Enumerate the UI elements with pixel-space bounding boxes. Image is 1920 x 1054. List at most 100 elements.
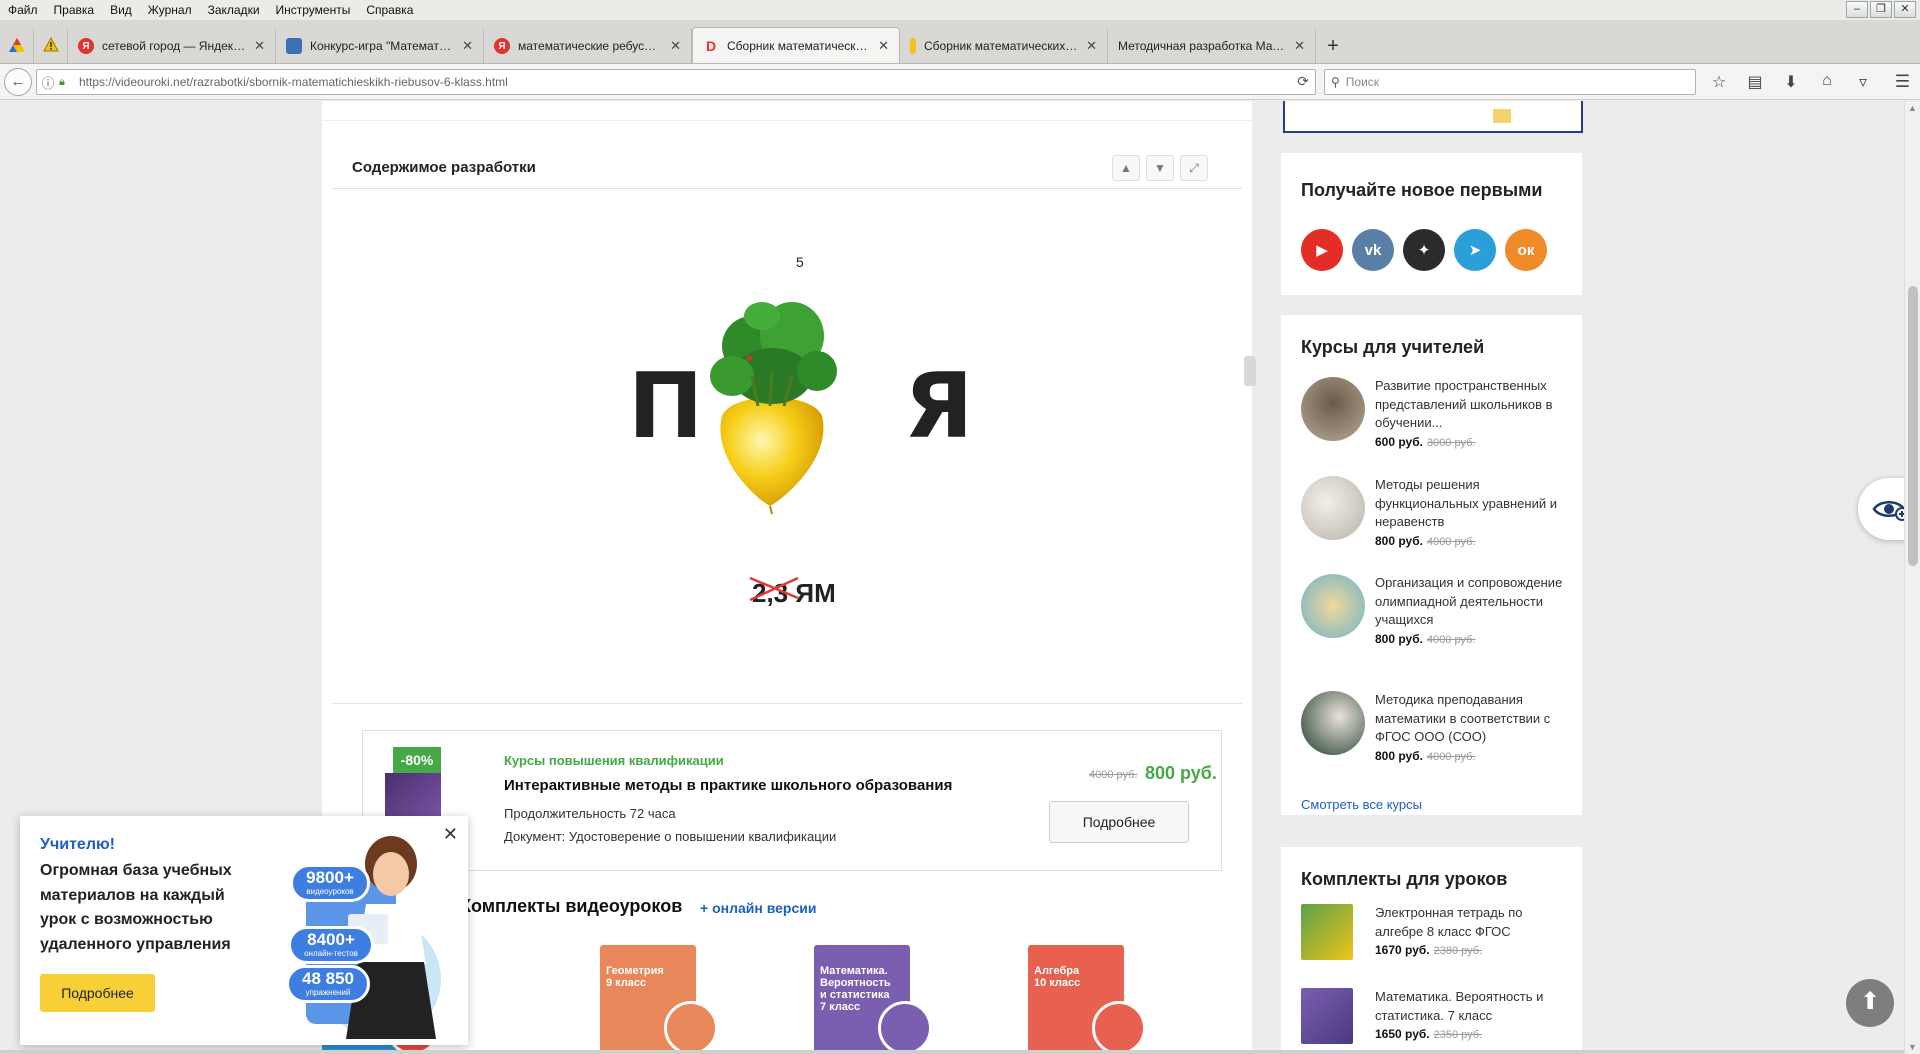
promo-title[interactable]: Интерактивные методы в практике школьног… — [504, 777, 952, 794]
promo-details-button[interactable]: Подробнее — [1049, 801, 1189, 843]
kit-disc — [1092, 1001, 1146, 1054]
new-tab-button[interactable]: + — [1316, 29, 1350, 63]
tab-5[interactable]: Сборник математических р... ✕ — [900, 29, 1108, 63]
course-item[interactable]: Развитие пространственных представлений … — [1301, 377, 1571, 449]
search-input[interactable]: ⚲ Поиск — [1324, 69, 1696, 95]
course-avatar — [1301, 377, 1365, 441]
kit-title[interactable]: Математика. Вероятность и статистика. 7 … — [1375, 988, 1570, 1025]
course-item[interactable]: Методика преподавания математики в соотв… — [1301, 691, 1571, 763]
back-button[interactable]: ← — [4, 68, 32, 96]
course-item[interactable]: Организация и сопровождение олимпиадной … — [1301, 574, 1571, 664]
youtube-icon[interactable]: ▶ — [1301, 229, 1343, 271]
kit-old-price: 2380 руб. — [1433, 945, 1483, 957]
close-tab-icon[interactable]: ✕ — [462, 38, 473, 54]
course-text: Методы решения функциональных уравнений … — [1375, 476, 1570, 551]
close-tab-icon[interactable]: ✕ — [670, 38, 681, 54]
menu-file[interactable]: Файл — [0, 3, 46, 17]
course-text: Организация и сопровождение олимпиадной … — [1375, 574, 1570, 649]
course-title[interactable]: Методика преподавания математики в соотв… — [1375, 691, 1570, 747]
scroll-to-top-button[interactable]: ⬆ — [1846, 979, 1894, 1027]
page-scroll-thumb[interactable] — [1908, 286, 1918, 566]
tab-1[interactable]: Я сетевой город — Яндекс: н... ✕ — [68, 29, 276, 63]
promo-duration: Продолжительность 72 часа — [504, 806, 676, 821]
kit-cover-3[interactable]: Математика. Вероятность и статистика 7 клас… — [814, 945, 932, 1054]
menu-view[interactable]: Вид — [102, 3, 140, 17]
fullscreen-button[interactable]: ⤢ — [1180, 155, 1208, 181]
tab-4-active[interactable]: D Сборник математических р... ✕ — [692, 27, 900, 63]
pinned-tab-2[interactable] — [34, 29, 68, 63]
scroll-up-arrow-icon[interactable]: ▲ — [1908, 103, 1917, 113]
search-icon: ⚲ — [1331, 75, 1340, 89]
kit-title[interactable]: Электронная тетрадь по алгебре 8 класс Ф… — [1375, 904, 1570, 941]
document-scroll-thumb[interactable] — [1244, 356, 1256, 386]
course-text: Развитие пространственных представлений … — [1375, 377, 1570, 452]
maximize-button[interactable]: ❐ — [1870, 1, 1892, 18]
popup-details-button[interactable]: Подробнее — [40, 974, 155, 1012]
course-price: 800 руб. — [1375, 533, 1423, 548]
url-path: /razrabotki/sbornik-matematichieskikh-ri… — [189, 75, 508, 89]
promo-category[interactable]: Курсы повышения квалификации — [504, 753, 724, 768]
tab-2[interactable]: Конкурс-игра "Математичес... ✕ — [276, 29, 484, 63]
teacher-popup: Учителю! Огромная база учебных материало… — [20, 816, 468, 1045]
lesson-kit-item[interactable]: Математика. Вероятность и статистика. 7 … — [1301, 988, 1571, 1048]
tab-title: Сборник математических р... — [924, 39, 1081, 53]
library-icon[interactable]: ▤ — [1744, 72, 1766, 92]
bookmark-star-icon[interactable]: ☆ — [1708, 72, 1730, 92]
close-tab-icon[interactable]: ✕ — [1294, 38, 1305, 54]
close-window-button[interactable]: ✕ — [1894, 1, 1916, 18]
minimize-button[interactable]: – — [1846, 1, 1868, 18]
course-title[interactable]: Организация и сопровождение олимпиадной … — [1375, 574, 1570, 630]
course-text: Методика преподавания математики в соотв… — [1375, 691, 1570, 766]
page-scrollbar[interactable]: ▲ ▼ — [1904, 101, 1920, 1054]
kit-cover — [1301, 904, 1353, 960]
popup-body: Огромная база учебных материалов на кажд… — [40, 862, 232, 953]
menu-tools[interactable]: Инструменты — [268, 3, 359, 17]
info-icon[interactable]: ⓘ — [37, 73, 59, 92]
close-tab-icon[interactable]: ✕ — [1086, 38, 1097, 54]
address-bar[interactable]: ⓘ 🔒︎ https://videouroki.net/razrabotki/s… — [36, 69, 1316, 95]
book-icon — [286, 38, 302, 54]
pinned-tab-1[interactable] — [0, 29, 34, 63]
videouroki-icon: D — [705, 37, 717, 54]
odnoklassniki-icon[interactable]: ок — [1505, 229, 1547, 271]
yandex-icon: Я — [494, 38, 510, 54]
tab-6[interactable]: Методичная разработка Матем... ✕ — [1108, 29, 1316, 63]
see-all-courses-link[interactable]: Смотреть все курсы — [1301, 797, 1422, 812]
reload-icon[interactable]: ⟳ — [1297, 73, 1309, 90]
course-old-price: 4000 руб. — [1426, 633, 1476, 646]
menu-help[interactable]: Справка — [358, 3, 421, 17]
subscribe-card: Получайте новое первыми ▶ vk ✦ ➤ ок — [1281, 153, 1582, 295]
scroll-down-arrow-icon[interactable]: ▼ — [1908, 1042, 1917, 1052]
menu-hamburger-icon[interactable]: ☰ — [1895, 72, 1910, 92]
download-icon[interactable]: ⬇ — [1780, 72, 1802, 92]
scroll-up-button[interactable]: ▲ — [1112, 155, 1140, 181]
close-tab-icon[interactable]: ✕ — [254, 38, 265, 54]
pocket-icon[interactable]: ▿ — [1852, 72, 1874, 92]
telegram-icon[interactable]: ➤ — [1454, 229, 1496, 271]
menu-bookmarks[interactable]: Закладки — [200, 3, 268, 17]
tab-title: математические ребусы 6 к... — [518, 39, 664, 53]
scroll-down-button[interactable]: ▼ — [1146, 155, 1174, 181]
sidebar-top-banner[interactable] — [1281, 101, 1583, 133]
kit-cover-2[interactable]: Геометрия 9 класс — [600, 945, 718, 1054]
dzen-icon[interactable]: ✦ — [1403, 229, 1445, 271]
close-tab-icon[interactable]: ✕ — [878, 38, 889, 54]
course-title[interactable]: Методы решения функциональных уравнений … — [1375, 476, 1570, 532]
menu-edit[interactable]: Правка — [46, 3, 103, 17]
course-item[interactable]: Методы решения функциональных уравнений … — [1301, 476, 1571, 548]
home-icon[interactable]: ⌂ — [1816, 72, 1838, 92]
courses-card: Курсы для учителей Развитие пространстве… — [1281, 315, 1582, 815]
vk-icon[interactable]: vk — [1352, 229, 1394, 271]
tab-3[interactable]: Я математические ребусы 6 к... ✕ — [484, 29, 692, 63]
stat-number: 48 850 — [302, 969, 354, 988]
url-text: https://videouroki.net/razrabotki/sborni… — [79, 75, 508, 89]
course-title[interactable]: Развитие пространственных представлений … — [1375, 377, 1570, 433]
lesson-kit-item[interactable]: Электронная тетрадь по алгебре 8 класс Ф… — [1301, 904, 1571, 964]
document-icon — [910, 38, 916, 54]
kit-cover-4[interactable]: Алгебра 10 класс — [1028, 945, 1146, 1054]
content-header: Содержимое разработки ▲ ▼ ⤢ — [332, 149, 1242, 189]
document-scrollbar[interactable] — [1244, 206, 1256, 706]
menu-history[interactable]: Журнал — [140, 3, 200, 17]
kits-online-link[interactable]: + онлайн версии — [700, 900, 816, 916]
content-controls: ▲ ▼ ⤢ — [1112, 155, 1208, 181]
